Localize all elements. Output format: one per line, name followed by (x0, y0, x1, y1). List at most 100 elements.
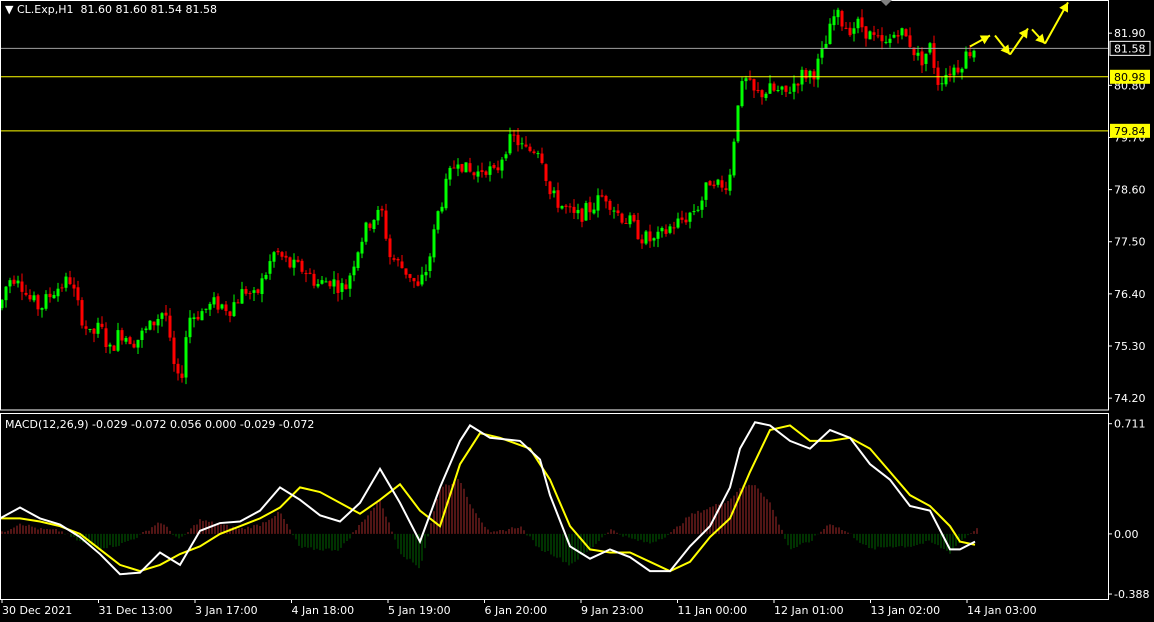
candle-body (56, 288, 60, 297)
candle-body (444, 178, 448, 209)
candle-body (696, 209, 700, 211)
candle-body (460, 164, 464, 172)
candle-body (888, 38, 892, 43)
candle-body (560, 205, 564, 209)
candle-body (936, 67, 940, 85)
candle-body (580, 208, 584, 222)
candle-body (120, 330, 124, 341)
candle-body (628, 215, 632, 225)
candle-body (508, 134, 512, 154)
candle-body (740, 81, 744, 107)
candle-body (468, 163, 472, 172)
candle-body (964, 51, 968, 69)
candle (444, 173, 448, 211)
candle-body (48, 293, 52, 298)
candle-body (640, 239, 644, 244)
candle-body (668, 226, 672, 233)
candle-body (664, 229, 668, 234)
candle-body (268, 261, 272, 274)
candle-body (796, 83, 800, 86)
candle-body (256, 289, 260, 293)
candle-body (412, 278, 416, 282)
candle-body (28, 295, 32, 300)
candle-body (848, 27, 852, 36)
candle-body (420, 274, 424, 285)
candle-body (764, 93, 768, 98)
candle-body (276, 250, 280, 253)
candle-body (476, 171, 480, 177)
candle-body (896, 35, 900, 37)
candle-body (960, 68, 964, 73)
candle-body (856, 18, 860, 29)
candle-body (956, 67, 960, 73)
candle-body (772, 83, 776, 91)
candle-body (84, 326, 88, 329)
candle-body (140, 330, 144, 340)
candle-body (852, 28, 856, 34)
candle-body (244, 289, 248, 294)
candle-body (836, 9, 840, 18)
candle (904, 28, 908, 37)
candle (356, 251, 360, 271)
candle-body (780, 86, 784, 90)
candle-body (248, 293, 252, 295)
candle-body (608, 200, 612, 210)
candle-body (656, 231, 660, 239)
candle-body (336, 280, 340, 293)
candle-body (360, 241, 364, 254)
candle-body (32, 295, 36, 301)
candle (364, 221, 368, 245)
candle-body (584, 203, 588, 221)
time-label: 9 Jan 23:00 (581, 604, 644, 617)
candle-body (484, 171, 488, 175)
candle-body (480, 170, 484, 172)
candle (112, 344, 116, 352)
candle-body (220, 304, 224, 309)
candle-body (108, 344, 112, 347)
candle-body (660, 227, 664, 232)
candle (644, 230, 648, 246)
candle-body (620, 213, 624, 223)
ohlc-values: 81.60 81.60 81.54 81.58 (80, 3, 217, 16)
candle-body (456, 164, 460, 169)
candle-body (768, 83, 772, 94)
candle-body (924, 53, 928, 64)
candle-body (236, 302, 240, 304)
price-tick-label: 81.90 (1114, 27, 1146, 40)
candle-body (680, 217, 684, 220)
candle-body (788, 92, 792, 94)
candle-body (472, 172, 476, 176)
candle-body (784, 85, 788, 92)
candle-body (532, 151, 536, 153)
candle-body (292, 259, 296, 268)
candle (584, 200, 588, 221)
candle-body (212, 297, 216, 305)
candle-body (864, 26, 868, 39)
candle-body (948, 73, 952, 76)
candle-body (448, 167, 452, 180)
price-tick-label: 77.50 (1114, 236, 1146, 249)
candle-body (356, 252, 360, 268)
macd-tick-label: 0.711 (1114, 418, 1146, 431)
candle-body (748, 78, 752, 80)
candle-body (52, 294, 56, 299)
dropdown-triangle-icon[interactable]: ▼ (5, 3, 13, 16)
candle-body (648, 231, 652, 242)
candle-body (732, 141, 736, 176)
candle-body (720, 180, 724, 188)
candle-body (332, 279, 336, 287)
candle-body (700, 200, 704, 210)
candle-body (556, 190, 560, 208)
candle-body (776, 89, 780, 91)
candle-body (464, 162, 468, 173)
candle-body (224, 304, 228, 311)
candle (740, 77, 744, 108)
candle-body (440, 206, 444, 212)
candle-body (312, 273, 316, 286)
candle-body (548, 181, 552, 195)
candle-body (80, 300, 84, 326)
candle-body (704, 182, 708, 200)
candle-body (676, 218, 680, 228)
candle-body (104, 328, 108, 348)
candle-body (172, 337, 176, 364)
